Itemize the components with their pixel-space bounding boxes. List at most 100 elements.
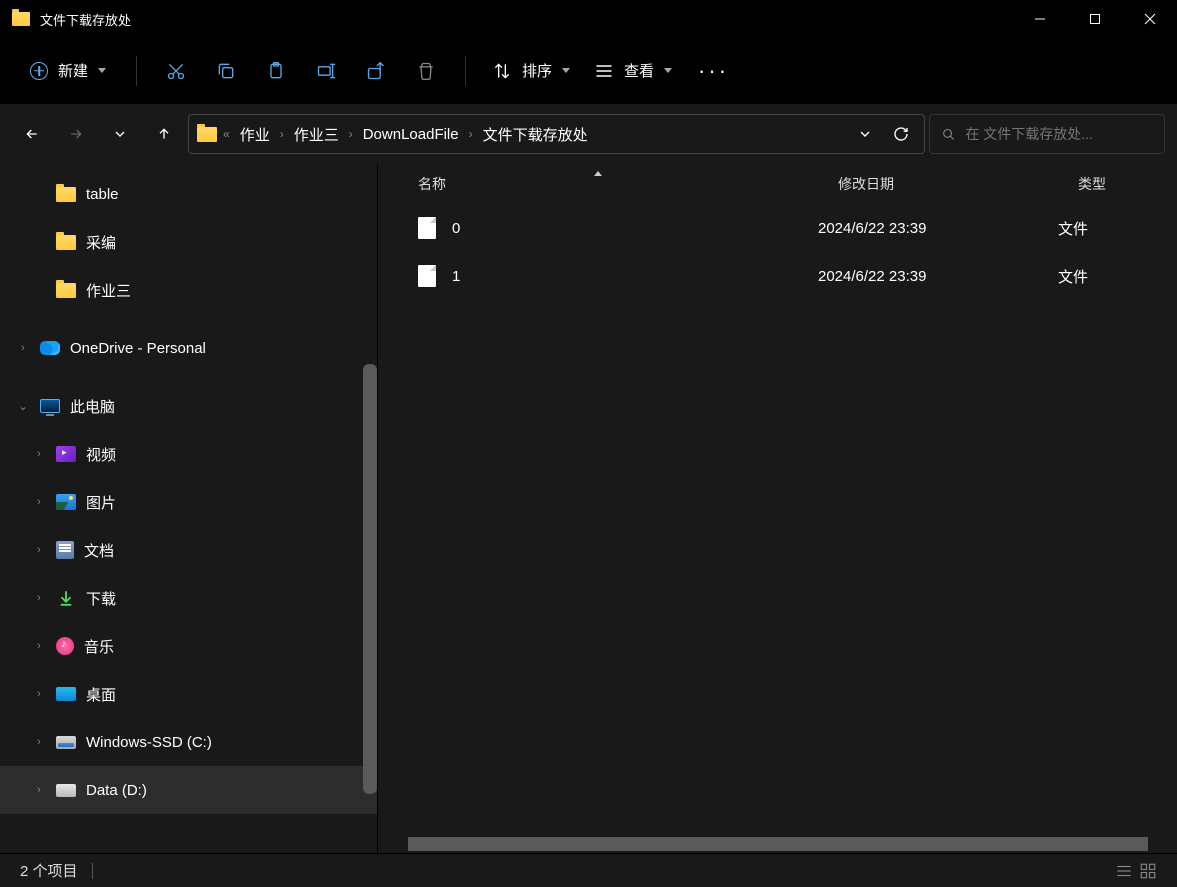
- breadcrumb-item[interactable]: DownLoadFile: [359, 126, 463, 143]
- scrollbar-thumb[interactable]: [408, 837, 1148, 851]
- column-name[interactable]: 名称: [378, 174, 818, 194]
- sidebar-thispc[interactable]: ⌄此电脑: [0, 382, 377, 430]
- drive-icon: [56, 784, 76, 797]
- more-button[interactable]: ···: [686, 50, 741, 92]
- drive-icon: [56, 736, 76, 749]
- column-type[interactable]: 类型: [1058, 174, 1177, 194]
- sidebar-folder[interactable]: 采编: [0, 218, 377, 266]
- pc-icon: [40, 399, 60, 413]
- music-icon: [56, 637, 74, 655]
- file-row[interactable]: 0 2024/6/22 23:39 文件: [378, 204, 1177, 252]
- up-button[interactable]: [144, 114, 184, 154]
- close-button[interactable]: [1122, 0, 1177, 38]
- details-view-icon[interactable]: [1115, 862, 1133, 880]
- view-label: 查看: [624, 60, 654, 81]
- sidebar-drive-c[interactable]: ›Windows-SSD (C:): [0, 718, 377, 766]
- scrollbar-thumb[interactable]: [363, 364, 377, 794]
- file-date: 2024/6/22 23:39: [818, 220, 1058, 237]
- new-button[interactable]: 新建: [16, 52, 120, 89]
- sidebar-folder[interactable]: 作业三: [0, 266, 377, 314]
- file-row[interactable]: 1 2024/6/22 23:39 文件: [378, 252, 1177, 300]
- chevron-right-icon: ›: [16, 342, 30, 354]
- window-title: 文件下载存放处: [40, 10, 1012, 29]
- breadcrumb-item[interactable]: 作业: [236, 124, 274, 145]
- paste-button[interactable]: [253, 49, 299, 93]
- file-name: 0: [452, 220, 460, 237]
- chevron-right-icon: ›: [280, 127, 284, 141]
- onedrive-icon: [40, 341, 60, 355]
- sidebar-pictures[interactable]: ›图片: [0, 478, 377, 526]
- sidebar-desktop[interactable]: ›桌面: [0, 670, 377, 718]
- copy-button[interactable]: [203, 49, 249, 93]
- download-icon: [56, 588, 76, 608]
- forward-button[interactable]: [56, 114, 96, 154]
- video-icon: [56, 446, 76, 462]
- separator: [92, 863, 93, 879]
- breadcrumb-item[interactable]: 作业三: [290, 124, 343, 145]
- breadcrumb-overflow[interactable]: «: [223, 127, 230, 141]
- chevron-right-icon: ›: [32, 736, 46, 748]
- delete-button[interactable]: [403, 49, 449, 93]
- file-name: 1: [452, 268, 460, 285]
- chevron-down-icon: [98, 68, 106, 73]
- cut-button[interactable]: [153, 49, 199, 93]
- file-icon: [418, 265, 436, 287]
- file-type: 文件: [1058, 218, 1177, 239]
- folder-icon: [56, 235, 76, 250]
- share-button[interactable]: [353, 49, 399, 93]
- desktop-icon: [56, 687, 76, 701]
- sidebar: table 采编 作业三 ›OneDrive - Personal ⌄此电脑 ›…: [0, 164, 378, 853]
- sidebar-folder[interactable]: table: [0, 170, 377, 218]
- recent-button[interactable]: [100, 114, 140, 154]
- sort-icon: [492, 61, 512, 81]
- chevron-right-icon: ›: [32, 592, 46, 604]
- maximize-button[interactable]: [1067, 0, 1122, 38]
- file-type: 文件: [1058, 266, 1177, 287]
- sidebar-downloads[interactable]: ›下载: [0, 574, 377, 622]
- status-bar: 2 个项目: [0, 853, 1177, 887]
- folder-icon: [12, 12, 30, 26]
- sort-label: 排序: [522, 60, 552, 81]
- chevron-right-icon: ›: [32, 640, 46, 652]
- folder-icon: [197, 127, 217, 142]
- chevron-right-icon: ›: [32, 544, 46, 556]
- file-icon: [418, 217, 436, 239]
- column-date[interactable]: 修改日期: [818, 174, 1058, 194]
- folder-icon: [56, 283, 76, 298]
- search-input[interactable]: [965, 126, 1152, 142]
- sidebar-videos[interactable]: ›视频: [0, 430, 377, 478]
- minimize-button[interactable]: [1012, 0, 1067, 38]
- rename-button[interactable]: [303, 49, 349, 93]
- separator: [136, 56, 137, 86]
- horizontal-scrollbar[interactable]: [408, 835, 1177, 853]
- chevron-down-icon: [664, 68, 672, 73]
- back-button[interactable]: [12, 114, 52, 154]
- nav-bar: « 作业 › 作业三 › DownLoadFile › 文件下载存放处: [0, 104, 1177, 164]
- sidebar-documents[interactable]: ›文档: [0, 526, 377, 574]
- file-list: 名称 修改日期 类型 0 2024/6/22 23:39 文件 1 2024/6…: [378, 164, 1177, 853]
- chevron-right-icon: ›: [32, 448, 46, 460]
- title-bar: 文件下载存放处: [0, 0, 1177, 38]
- document-icon: [56, 541, 74, 559]
- image-icon: [56, 494, 76, 510]
- sidebar-music[interactable]: ›音乐: [0, 622, 377, 670]
- column-header: 名称 修改日期 类型: [378, 164, 1177, 204]
- refresh-button[interactable]: [886, 114, 916, 154]
- chevron-right-icon: ›: [469, 127, 473, 141]
- sidebar-drive-d[interactable]: ›Data (D:): [0, 766, 377, 814]
- chevron-right-icon: ›: [32, 496, 46, 508]
- sidebar-onedrive[interactable]: ›OneDrive - Personal: [0, 324, 377, 372]
- search-box[interactable]: [929, 114, 1165, 154]
- view-button[interactable]: 查看: [584, 52, 682, 89]
- item-count: 2 个项目: [20, 860, 78, 881]
- address-dropdown[interactable]: [850, 114, 880, 154]
- chevron-right-icon: ›: [32, 688, 46, 700]
- sort-button[interactable]: 排序: [482, 52, 580, 89]
- file-date: 2024/6/22 23:39: [818, 268, 1058, 285]
- address-bar[interactable]: « 作业 › 作业三 › DownLoadFile › 文件下载存放处: [188, 114, 925, 154]
- breadcrumb-item[interactable]: 文件下载存放处: [479, 124, 592, 145]
- plus-icon: [30, 62, 48, 80]
- sort-indicator-icon: [594, 171, 602, 176]
- separator: [465, 56, 466, 86]
- icons-view-icon[interactable]: [1139, 862, 1157, 880]
